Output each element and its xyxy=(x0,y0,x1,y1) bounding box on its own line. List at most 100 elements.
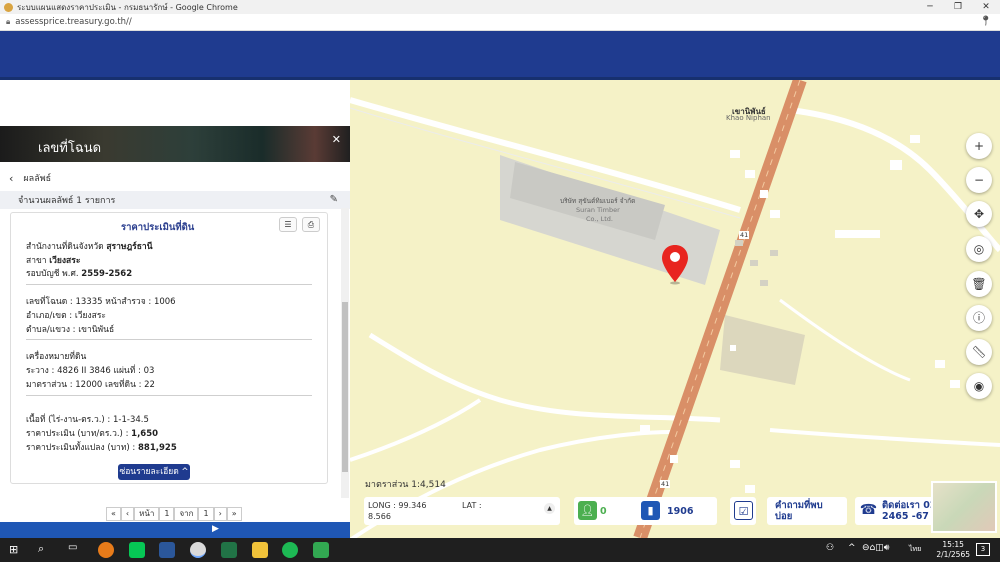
of-label: จาก xyxy=(174,507,199,521)
total-price-row: ราคาประเมินทั้งแปลง (บาท) : 881,925 xyxy=(26,443,177,453)
result-count: จำนวนผลลัพธ์ 1 รายการ xyxy=(18,196,116,206)
small-building xyxy=(745,170,755,178)
zoom-in-button[interactable]: + xyxy=(966,133,992,159)
start-icon[interactable]: ⊞ xyxy=(9,543,18,556)
panel-title: เลขที่โฉนด xyxy=(38,141,102,156)
bar-chart-icon: ▮ xyxy=(641,501,660,520)
last-page-button[interactable]: » xyxy=(226,507,242,521)
map-view[interactable]: เขานิพันธ์ Khao Niphan บริษัท สุขันต์ทิม… xyxy=(350,80,1000,538)
small-building xyxy=(910,135,920,143)
user-icon: 👤︎ xyxy=(578,501,597,520)
local-road xyxy=(368,332,721,423)
collapse-arrow-icon[interactable]: ▲ xyxy=(544,503,555,514)
people-icon[interactable]: ⚇ xyxy=(826,543,834,553)
small-building xyxy=(770,250,778,256)
app-c-icon[interactable] xyxy=(98,542,114,558)
divider xyxy=(26,395,312,396)
total-pages: 1 xyxy=(198,507,214,521)
search-result-panel: เลขที่โฉนด ✕ ‹ ผลลัพธ์ จำนวนผลลัพธ์ 1 รา… xyxy=(0,80,350,538)
tray-chevron-icon[interactable]: ^ xyxy=(848,543,856,553)
pan-icon[interactable]: ✥ xyxy=(966,201,992,227)
notification-icon[interactable]: 3 xyxy=(976,543,990,556)
zoom-out-button[interactable]: − xyxy=(966,167,992,193)
highway-centerline xyxy=(639,80,801,538)
clock[interactable]: 15:15 2/1/2565 xyxy=(936,540,970,560)
back-chevron-icon[interactable]: ‹ xyxy=(9,172,13,185)
small-building xyxy=(760,280,768,286)
building-label-en1: Suran Timber xyxy=(576,206,620,214)
small-building xyxy=(735,240,743,246)
results-header: ‹ ผลลัพธ์ xyxy=(0,168,350,188)
minimize-icon[interactable]: ─ xyxy=(916,0,944,14)
ruler-icon[interactable]: 📏︎ xyxy=(966,339,992,365)
small-building xyxy=(670,455,678,463)
scale-row: มาตราส่วน : 12000 เลขที่ดิน : 22 xyxy=(26,380,155,390)
window-title: ระบบแผนแสดงราคาประเมิน - กรมธนารักษ์ - G… xyxy=(17,2,238,12)
info-icon[interactable]: ⓘ xyxy=(966,305,992,331)
result-count-bar: จำนวนผลลัพธ์ 1 รายการ ✎ xyxy=(0,191,350,209)
search-icon[interactable]: ⌕ xyxy=(38,542,44,556)
chrome-icon[interactable] xyxy=(190,542,206,558)
page-input[interactable]: 1 xyxy=(159,507,175,521)
checklist-icon: ☑ xyxy=(734,501,753,520)
lock-icon: 🔒︎ xyxy=(6,17,11,26)
faq-box[interactable]: คำถามที่พบบ่อย xyxy=(767,497,847,525)
small-building xyxy=(770,210,780,218)
stats-count: 1906 xyxy=(667,506,694,517)
prev-page-button[interactable]: ‹ xyxy=(120,507,135,521)
basemap-toggle-thumbnail[interactable] xyxy=(931,481,997,533)
print-icon[interactable]: ⎙ xyxy=(302,217,320,232)
compass-icon[interactable]: ◉ xyxy=(966,373,992,399)
area-row: เนื้อที่ (ไร่-งาน-ตร.ว.) : 1-1-34.5 xyxy=(26,415,149,425)
map-sheet-row: ระวาง : 4826 II 3846 แผ่นที่ : 03 xyxy=(26,366,155,376)
results-label: ผลลัพธ์ xyxy=(23,174,52,184)
edit-query-icon[interactable]: ✎ xyxy=(330,194,338,205)
language-indicator[interactable]: ไทย xyxy=(909,544,921,555)
place-label-en: Khao Niphan xyxy=(726,114,771,122)
close-window-icon[interactable]: ✕ xyxy=(972,0,1000,14)
spotify-icon[interactable] xyxy=(282,542,298,558)
close-panel-icon[interactable]: ✕ xyxy=(332,133,341,146)
play-icon[interactable]: ▶ xyxy=(212,524,219,534)
url-text[interactable]: assessprice.treasury.go.th// xyxy=(15,17,132,27)
visitor-stats-box: ▮ 1906 xyxy=(637,497,717,525)
site-favicon-icon xyxy=(4,2,13,12)
building-label-en2: Co., Ltd. xyxy=(586,215,613,223)
tray-icons[interactable]: ⊖⌂◫🔊︎ xyxy=(862,543,889,553)
clock-date: 2/1/2565 xyxy=(936,550,970,559)
deed-row: เลขที่โฉนด : 13335 หน้าสำรวจ : 1006 xyxy=(26,297,176,307)
panel-bottom-bar: ▶ xyxy=(0,522,350,538)
hide-details-button[interactable]: ซ่อนรายละเอียด ^ xyxy=(118,464,190,480)
small-building xyxy=(750,260,758,266)
trash-icon[interactable]: 🗑︎ xyxy=(966,271,992,297)
next-page-button[interactable]: › xyxy=(213,507,227,521)
locate-icon[interactable]: ◎ xyxy=(966,236,992,262)
faq-label: คำถามที่พบบ่อย xyxy=(775,500,823,522)
small-building xyxy=(730,460,740,468)
location-pin-icon[interactable]: 📍︎ xyxy=(979,16,992,27)
details-icon[interactable]: ☰ xyxy=(279,217,297,232)
clock-time: 15:15 xyxy=(942,540,964,549)
highway-shield-1: 41 xyxy=(739,231,750,239)
task-view-icon[interactable]: ▭ xyxy=(68,542,77,553)
latitude-label: LAT : xyxy=(462,501,482,510)
address-bar[interactable]: 🔒︎ assessprice.treasury.go.th// 📍︎ xyxy=(0,14,1000,31)
windows-taskbar: ⊞ ⌕ ▭ ⚇ ^ ⊖⌂◫🔊︎ ไทย 15:15 2/1/2565 3 xyxy=(0,538,1000,562)
checklist-button[interactable]: ☑ xyxy=(730,497,756,525)
location-marker-icon xyxy=(662,245,688,285)
price-card: ราคาประเมินที่ดิน ☰ ⎙ สำนักงานที่ดินจังห… xyxy=(10,212,328,484)
phone-icon: ☎ xyxy=(859,501,878,520)
word-icon[interactable] xyxy=(159,542,175,558)
green-app-icon[interactable] xyxy=(313,542,329,558)
first-page-button[interactable]: « xyxy=(106,507,121,521)
scrollbar-thumb[interactable] xyxy=(342,302,348,472)
small-building xyxy=(640,425,650,433)
small-building xyxy=(760,190,768,198)
land-mark-heading: เครื่องหมายที่ดิน xyxy=(26,352,87,362)
line-icon[interactable] xyxy=(129,542,145,558)
excel-icon[interactable] xyxy=(221,542,237,558)
restore-icon[interactable]: ❐ xyxy=(944,0,972,14)
panel-banner: เลขที่โฉนด ✕ xyxy=(0,126,350,162)
office-row: สำนักงานที่ดินจังหวัด สุราษฎร์ธานี xyxy=(26,242,153,252)
file-explorer-icon[interactable] xyxy=(252,542,268,558)
